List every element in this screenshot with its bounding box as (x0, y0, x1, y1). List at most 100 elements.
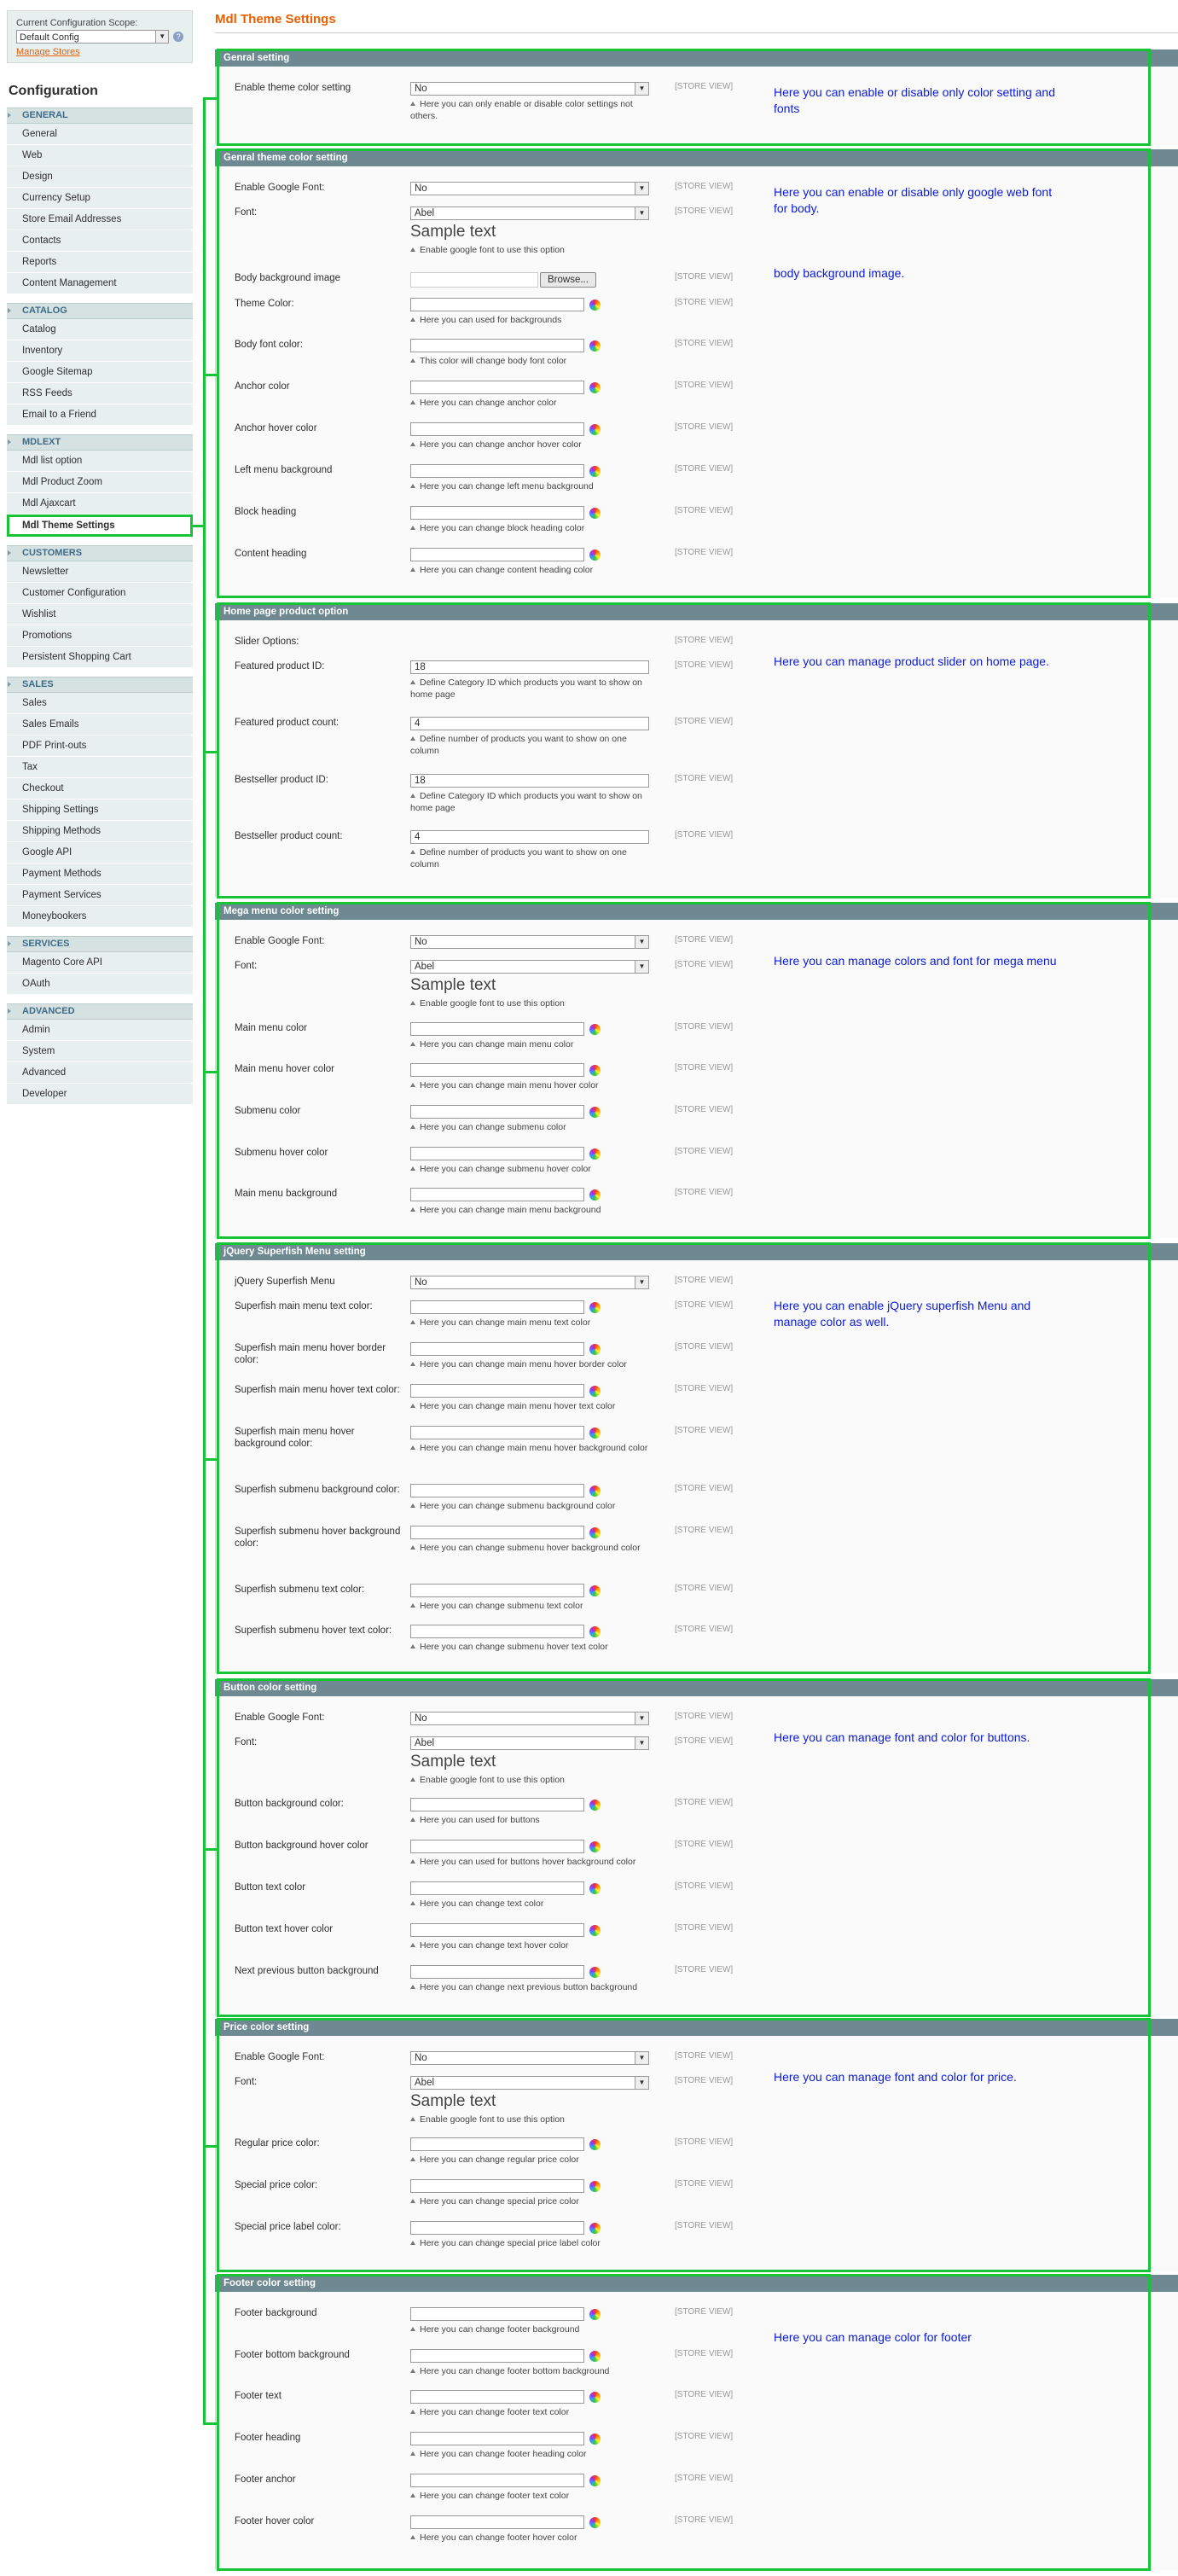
color-input[interactable] (410, 1188, 584, 1201)
color-input[interactable] (410, 464, 584, 478)
sidebar-item-store-email-addresses[interactable]: Store Email Addresses (7, 209, 193, 230)
setting-select[interactable]: No ▼ (410, 1712, 649, 1725)
sidebar-item-moneybookers[interactable]: Moneybookers (7, 906, 193, 927)
color-picker-icon[interactable] (589, 1882, 601, 1894)
setting-select[interactable]: No ▼ (410, 935, 649, 949)
color-input[interactable] (410, 1923, 584, 1937)
color-input[interactable] (410, 1147, 584, 1160)
color-picker-icon[interactable] (589, 423, 601, 435)
nav-group-header[interactable]: SALES (7, 677, 193, 693)
color-picker-icon[interactable] (589, 1799, 601, 1811)
color-input[interactable] (410, 1798, 584, 1811)
sidebar-item-email-to-a-friend[interactable]: Email to a Friend (7, 404, 193, 426)
color-input[interactable] (410, 506, 584, 520)
scope-select[interactable]: Default Config ▼ (16, 30, 170, 44)
color-input[interactable] (410, 2474, 584, 2487)
section-header[interactable]: Genral setting (215, 49, 1178, 67)
color-input[interactable] (410, 1484, 584, 1497)
color-picker-icon[interactable] (589, 1585, 601, 1596)
setting-select[interactable]: No ▼ (410, 1276, 649, 1289)
color-input[interactable] (410, 2390, 584, 2404)
color-input[interactable] (410, 2515, 584, 2529)
sidebar-item-sales[interactable]: Sales (7, 693, 193, 714)
color-input[interactable] (410, 1881, 584, 1895)
setting-select[interactable]: Abel ▼ (410, 2076, 649, 2090)
color-picker-icon[interactable] (589, 465, 601, 477)
color-input[interactable] (410, 2349, 584, 2363)
setting-text-input[interactable]: 4 (410, 830, 649, 844)
color-input[interactable] (410, 2137, 584, 2151)
sidebar-item-customer-configuration[interactable]: Customer Configuration (7, 583, 193, 604)
color-picker-icon[interactable] (589, 1625, 601, 1637)
sidebar-item-rss-feeds[interactable]: RSS Feeds (7, 383, 193, 404)
sidebar-item-currency-setup[interactable]: Currency Setup (7, 188, 193, 209)
color-input[interactable] (410, 548, 584, 561)
nav-group-header[interactable]: MDLEXT (7, 434, 193, 451)
setting-select[interactable]: No ▼ (410, 82, 649, 96)
sidebar-item-magento-core-api[interactable]: Magento Core API (7, 952, 193, 974)
color-picker-icon[interactable] (589, 1106, 601, 1118)
color-input[interactable] (410, 298, 584, 311)
setting-select[interactable]: Abel ▼ (410, 1736, 649, 1750)
nav-group-header[interactable]: CUSTOMERS (7, 545, 193, 561)
nav-group-header[interactable]: CATALOG (7, 303, 193, 319)
color-picker-icon[interactable] (589, 2391, 601, 2403)
color-input[interactable] (410, 1584, 584, 1597)
file-input[interactable] (410, 272, 538, 288)
sidebar-item-google-sitemap[interactable]: Google Sitemap (7, 362, 193, 383)
color-picker-icon[interactable] (589, 2433, 601, 2445)
color-picker-icon[interactable] (589, 1427, 601, 1439)
sidebar-item-content-management[interactable]: Content Management (7, 273, 193, 294)
sidebar-item-advanced[interactable]: Advanced (7, 1062, 193, 1084)
sidebar-item-payment-methods[interactable]: Payment Methods (7, 864, 193, 885)
section-header[interactable]: Home page product option (215, 603, 1178, 620)
color-input[interactable] (410, 1342, 584, 1356)
section-header[interactable]: Button color setting (215, 1679, 1178, 1696)
section-header[interactable]: Mega menu color setting (215, 903, 1178, 920)
nav-group-header[interactable]: GENERAL (7, 108, 193, 124)
color-picker-icon[interactable] (589, 381, 601, 393)
color-picker-icon[interactable] (589, 1148, 601, 1160)
nav-group-header[interactable]: SERVICES (7, 936, 193, 952)
color-picker-icon[interactable] (589, 2516, 601, 2528)
sidebar-item-catalog[interactable]: Catalog (7, 319, 193, 340)
sidebar-item-mdl-list-option[interactable]: Mdl list option (7, 451, 193, 472)
color-picker-icon[interactable] (589, 549, 601, 561)
setting-select[interactable]: Abel ▼ (410, 960, 649, 974)
sidebar-item-shipping-methods[interactable]: Shipping Methods (7, 821, 193, 842)
sidebar-item-reports[interactable]: Reports (7, 252, 193, 273)
color-picker-icon[interactable] (589, 1023, 601, 1035)
color-picker-icon[interactable] (589, 1924, 601, 1936)
sidebar-item-pdf-print-outs[interactable]: PDF Print-outs (7, 736, 193, 757)
sidebar-item-google-api[interactable]: Google API (7, 842, 193, 864)
section-header[interactable]: jQuery Superfish Menu setting (215, 1243, 1178, 1260)
color-picker-icon[interactable] (589, 2138, 601, 2150)
sidebar-item-admin[interactable]: Admin (7, 1020, 193, 1041)
section-header[interactable]: Genral theme color setting (215, 149, 1178, 166)
sidebar-item-mdl-ajaxcart[interactable]: Mdl Ajaxcart (7, 493, 193, 515)
sidebar-item-persistent-shopping-cart[interactable]: Persistent Shopping Cart (7, 647, 193, 668)
sidebar-item-newsletter[interactable]: Newsletter (7, 561, 193, 583)
color-input[interactable] (410, 2179, 584, 2193)
color-picker-icon[interactable] (589, 1840, 601, 1852)
color-input[interactable] (410, 1526, 584, 1539)
sidebar-item-inventory[interactable]: Inventory (7, 340, 193, 362)
manage-stores-link[interactable]: Manage Stores (16, 47, 183, 57)
setting-text-input[interactable]: 4 (410, 717, 649, 730)
browse-button[interactable]: Browse... (540, 272, 596, 288)
color-picker-icon[interactable] (589, 1966, 601, 1978)
color-picker-icon[interactable] (589, 1064, 601, 1076)
color-input[interactable] (410, 2432, 584, 2445)
color-input[interactable] (410, 1840, 584, 1853)
color-input[interactable] (410, 381, 584, 394)
color-picker-icon[interactable] (589, 340, 601, 352)
sidebar-item-shipping-settings[interactable]: Shipping Settings (7, 800, 193, 821)
sidebar-item-design[interactable]: Design (7, 166, 193, 188)
sidebar-item-payment-services[interactable]: Payment Services (7, 885, 193, 906)
sidebar-item-web[interactable]: Web (7, 145, 193, 166)
color-input[interactable] (410, 1105, 584, 1119)
setting-select[interactable]: No ▼ (410, 182, 649, 195)
sidebar-item-checkout[interactable]: Checkout (7, 778, 193, 800)
setting-select[interactable]: Abel ▼ (410, 206, 649, 220)
color-picker-icon[interactable] (589, 2222, 601, 2234)
